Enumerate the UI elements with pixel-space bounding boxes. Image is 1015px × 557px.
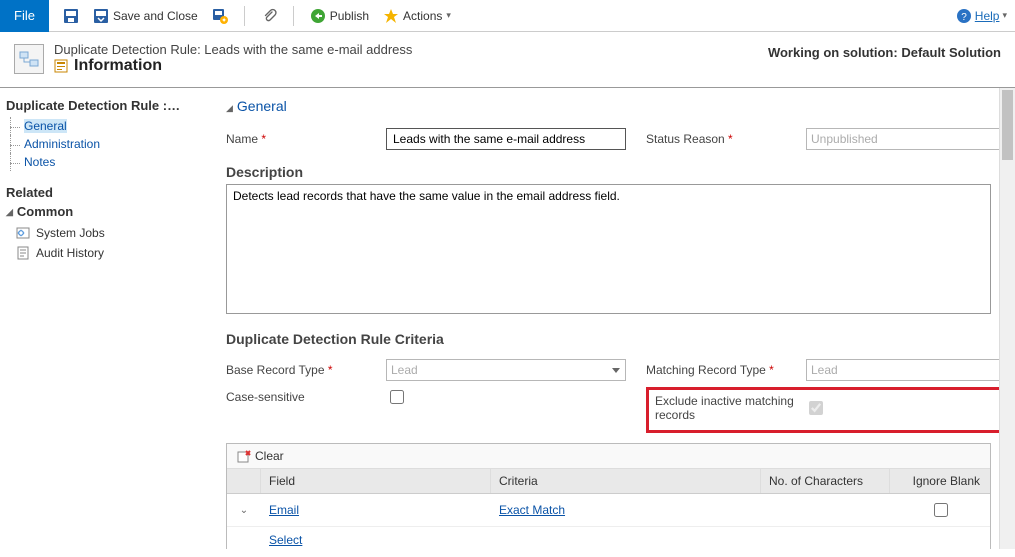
label-name: Name	[226, 132, 376, 146]
save-icon	[63, 8, 79, 24]
grid-row-new[interactable]: Select	[227, 527, 990, 549]
nav-audit-history[interactable]: Audit History	[6, 243, 204, 263]
description-field[interactable]: Detects lead records that have the same …	[226, 184, 991, 314]
matching-record-type-select[interactable]: Lead	[806, 359, 999, 381]
label-description: Description	[226, 164, 991, 180]
nav-administration[interactable]: Administration	[10, 135, 204, 153]
label-exclude-inactive: Exclude inactive matching records	[655, 394, 795, 422]
label-status-reason: Status Reason	[646, 132, 796, 146]
criteria-grid: Clear Field Criteria No. of Characters I…	[226, 443, 991, 549]
audit-icon	[16, 246, 30, 260]
col-field[interactable]: Field	[261, 469, 491, 493]
clear-button[interactable]: Clear	[233, 447, 288, 465]
paperclip-icon	[261, 8, 277, 24]
save-close-icon	[93, 8, 109, 24]
common-group[interactable]: Common	[6, 204, 204, 219]
nav-system-jobs[interactable]: System Jobs	[6, 223, 204, 243]
help-icon: ?	[956, 8, 972, 24]
nav-notes[interactable]: Notes	[10, 153, 204, 171]
label-matching-record-type: Matching Record Type	[646, 363, 796, 377]
system-jobs-icon	[16, 226, 30, 240]
save-and-close-button[interactable]: Save and Close	[89, 6, 202, 26]
criteria-header: Duplicate Detection Rule Criteria	[226, 331, 991, 347]
actions-menu[interactable]: Actions	[379, 6, 455, 26]
label-case-sensitive: Case-sensitive	[226, 390, 376, 404]
base-record-type-select[interactable]: Lead	[386, 359, 626, 381]
svg-text:?: ?	[961, 12, 967, 23]
save-new-icon: ✦	[212, 8, 228, 24]
cell-field[interactable]: Email	[269, 503, 299, 517]
entity-icon	[14, 44, 44, 74]
attach-button[interactable]	[257, 6, 281, 26]
form-nav-sidebar: Duplicate Detection Rule :… General Admi…	[0, 88, 210, 549]
save-button[interactable]	[59, 6, 83, 26]
related-label: Related	[6, 185, 204, 200]
save-new-button[interactable]: ✦	[208, 6, 232, 26]
nav-general[interactable]: General	[10, 117, 204, 135]
ribbon-toolbar: File Save and Close ✦ Publish Actions ? …	[0, 0, 1015, 32]
name-field[interactable]	[386, 128, 626, 150]
callout-box: Exclude inactive matching records	[646, 387, 999, 433]
case-sensitive-checkbox[interactable]	[390, 390, 404, 404]
solution-indicator: Working on solution: Default Solution	[768, 45, 1001, 60]
record-header: Duplicate Detection Rule: Leads with the…	[0, 32, 1015, 81]
col-ignore-blank[interactable]: Ignore Blank	[890, 469, 990, 493]
grid-toolbar: Clear	[227, 444, 990, 469]
form-body: General Name Status Reason Unpublished D…	[210, 88, 999, 549]
header-title: Information	[54, 57, 758, 75]
svg-text:✦: ✦	[221, 16, 227, 24]
header-breadcrumb: Duplicate Detection Rule: Leads with the…	[54, 42, 758, 57]
cell-criteria[interactable]: Exact Match	[499, 503, 565, 517]
col-criteria[interactable]: Criteria	[491, 469, 761, 493]
form-icon	[54, 59, 68, 73]
label-base-record-type: Base Record Type	[226, 363, 376, 377]
publish-icon	[310, 8, 326, 24]
row-expand[interactable]: ⌄	[227, 505, 261, 516]
status-reason-select[interactable]: Unpublished	[806, 128, 999, 150]
actions-icon	[383, 8, 399, 24]
exclude-inactive-checkbox[interactable]	[809, 401, 823, 415]
publish-button[interactable]: Publish	[306, 6, 373, 26]
sidebar-title: Duplicate Detection Rule :…	[6, 98, 204, 113]
select-link[interactable]: Select	[269, 533, 302, 547]
clear-icon	[237, 449, 251, 463]
file-menu[interactable]: File	[0, 0, 49, 32]
cell-ignore-blank-checkbox[interactable]	[934, 503, 948, 517]
col-noc[interactable]: No. of Characters	[761, 469, 890, 493]
cell-noc	[761, 508, 890, 512]
grid-header: Field Criteria No. of Characters Ignore …	[227, 469, 990, 494]
scrollbar-thumb[interactable]	[1002, 90, 1013, 160]
help-menu[interactable]: ? Help	[956, 8, 1007, 24]
section-general[interactable]: General	[226, 98, 991, 114]
grid-row[interactable]: ⌄ Email Exact Match	[227, 494, 990, 527]
vertical-scrollbar[interactable]	[999, 88, 1015, 549]
